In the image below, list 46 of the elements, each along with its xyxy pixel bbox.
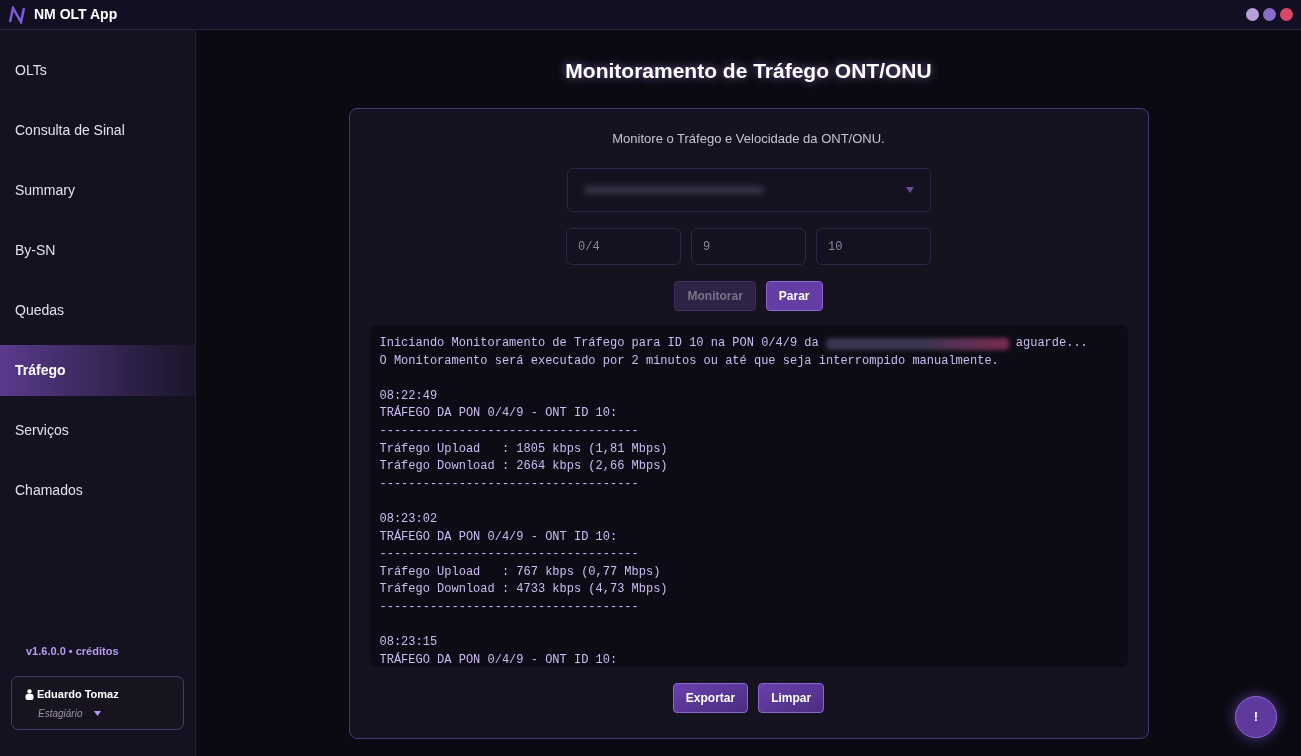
sidebar-item[interactable]: Consulta de Sinal xyxy=(0,105,195,156)
caret-icon xyxy=(94,710,102,716)
log-line: Tráfego Upload : 1805 kbps (1,81 Mbps) xyxy=(379,440,669,458)
log-line: ------------------------------------ xyxy=(379,475,640,493)
sidebar-item[interactable]: Chamados xyxy=(0,465,195,516)
log-line: 08:23:15 xyxy=(379,634,439,652)
log-line: aguarde... xyxy=(1015,335,1088,352)
input-field[interactable]: 0/4 xyxy=(566,228,681,265)
page-title: Monitoramento de Tráfego ONT/ONU xyxy=(565,58,932,84)
sidebar-item[interactable]: Serviços xyxy=(0,405,195,456)
log-line: Tráfego Download : 4733 kbps (4,73 Mbps) xyxy=(379,581,669,599)
log-line: Iniciando Monitoramento de Tráfego para ID 10 na PON 0/4/9 da xyxy=(379,335,819,352)
logo-icon xyxy=(8,5,26,24)
log-line: TRÁFEGO DA PON 0/4/9 - ONT ID 10: xyxy=(379,528,619,546)
log-line: Tráfego Download : 2664 kbps (2,66 Mbps) xyxy=(379,458,669,476)
log-line: Tráfego Upload : 767 kbps (0,77 Mbps) xyxy=(379,563,662,581)
sidebar-item[interactable]: OLTs xyxy=(0,45,195,96)
log-line: TRÁFEGO DA PON 0/4/9 - ONT ID 10: xyxy=(379,651,619,667)
user-card[interactable]: Eduardo Tomaz Estagiário xyxy=(11,676,184,730)
export-button[interactable]: Exportar xyxy=(672,683,749,713)
log-line: 08:23:02 xyxy=(379,510,439,528)
window-title: NM OLT App xyxy=(34,5,118,24)
clear-button[interactable]: Limpar xyxy=(758,683,825,713)
version-text[interactable]: v1.6.0.0 • créditos xyxy=(26,645,119,657)
sidebar-item[interactable]: By-SN xyxy=(0,225,195,276)
log-line: O Monitoramento será executado por 2 minutos ou até que seja interrompido manualmente. xyxy=(379,352,1000,370)
sidebar-item[interactable]: Summary xyxy=(0,165,195,216)
input-field[interactable]: 10 xyxy=(816,228,931,265)
log-line: ------------------------------------ xyxy=(379,598,640,616)
input-field[interactable]: 9 xyxy=(691,228,806,265)
log-line: TRÁFEGO DA PON 0/4/9 - ONT ID 10: xyxy=(379,405,619,423)
window-control[interactable] xyxy=(1246,8,1259,21)
help-button[interactable]: ! xyxy=(1235,696,1277,738)
user-name: Eduardo Tomaz xyxy=(37,687,119,702)
stop-button[interactable]: Parar xyxy=(765,281,823,311)
log-line: 08:22:49 xyxy=(379,387,439,405)
sidebar-item[interactable]: Tráfego xyxy=(0,345,195,396)
subtitle: Monitore o Tráfego e Velocidade da ONT/ONU. xyxy=(612,129,885,148)
log-line: ------------------------------------ xyxy=(379,422,640,440)
log-line: ------------------------------------ xyxy=(379,546,640,564)
window-control[interactable] xyxy=(1280,8,1293,21)
person-icon xyxy=(25,688,34,700)
user-role: Estagiário xyxy=(38,706,83,721)
caret-icon xyxy=(905,187,914,193)
sidebar-item[interactable]: Quedas xyxy=(0,285,195,336)
window-control[interactable] xyxy=(1263,8,1276,21)
